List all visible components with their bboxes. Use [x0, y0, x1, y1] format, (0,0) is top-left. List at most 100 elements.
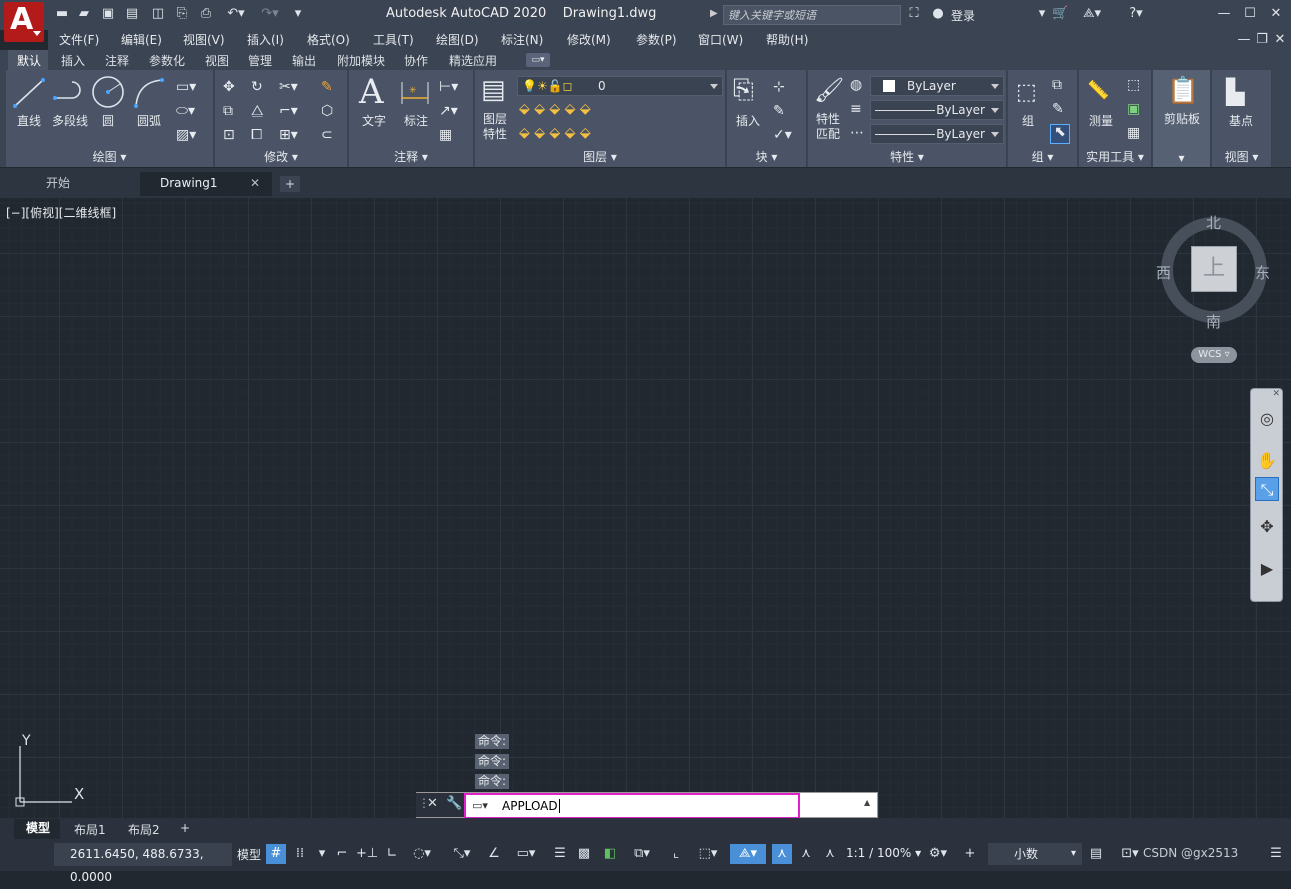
- color-dropdown[interactable]: ByLayer: [870, 76, 1004, 96]
- menu-draw[interactable]: 绘图(D): [436, 31, 479, 48]
- arc-button[interactable]: 圆弧: [134, 112, 164, 129]
- user-icon[interactable]: ●: [930, 6, 946, 22]
- panel-layers-title[interactable]: 图层 ▾: [475, 148, 725, 165]
- menu-dimension[interactable]: 标注(N): [501, 31, 543, 48]
- group-select-icon[interactable]: ⬉: [1050, 124, 1070, 144]
- snap-icon[interactable]: ⁞⁞: [290, 844, 310, 864]
- tab-manage[interactable]: 管理: [248, 52, 272, 69]
- model-tab[interactable]: 模型: [14, 819, 60, 839]
- open-icon[interactable]: ▰: [76, 6, 92, 22]
- mirror-icon[interactable]: ⧋: [251, 104, 264, 118]
- layout1-tab[interactable]: 布局1: [74, 821, 106, 838]
- tab-featured-apps[interactable]: 精选应用: [449, 52, 497, 69]
- ungroup-icon[interactable]: ⧉: [1052, 78, 1062, 92]
- close-tab-icon[interactable]: ✕: [250, 172, 260, 194]
- create-block-icon[interactable]: ⊹: [773, 80, 785, 94]
- select-all-icon[interactable]: ▣: [1127, 102, 1140, 116]
- panel-view-title[interactable]: 视图 ▾: [1212, 148, 1271, 165]
- erase-icon[interactable]: ✎: [321, 80, 333, 94]
- dynamic-ucs-icon[interactable]: ⌞: [666, 844, 686, 864]
- polyline-button[interactable]: 多段线: [46, 112, 94, 129]
- menu-insert[interactable]: 插入(I): [247, 31, 284, 48]
- array-icon[interactable]: ⊞▾: [279, 128, 298, 142]
- cart-icon[interactable]: 🛒: [1052, 6, 1068, 22]
- grid-icon[interactable]: #: [266, 844, 286, 864]
- compass-south[interactable]: 南: [1206, 311, 1221, 332]
- trim-icon[interactable]: ✂▾: [279, 80, 298, 94]
- menu-modify[interactable]: 修改(M): [567, 31, 611, 48]
- steering-wheel-icon[interactable]: ◎: [1255, 407, 1279, 431]
- fillet-icon[interactable]: ⌐▾: [279, 104, 298, 118]
- lineweight-toggle-icon[interactable]: ☰: [550, 844, 570, 864]
- tab-view[interactable]: 视图: [205, 52, 229, 69]
- object-snap-icon[interactable]: ▭▾: [508, 844, 544, 864]
- calculator-icon[interactable]: ▦: [1127, 126, 1140, 140]
- text-button[interactable]: 文字: [359, 112, 389, 129]
- tab-addins[interactable]: 附加模块: [337, 52, 385, 69]
- polar-icon[interactable]: ◌▾: [406, 844, 438, 864]
- add-layout-icon[interactable]: +: [180, 821, 190, 835]
- insert-block-button[interactable]: 插入: [733, 112, 763, 129]
- orbit-icon[interactable]: ✥: [1255, 515, 1279, 539]
- selection-cycling-icon[interactable]: ◧: [600, 844, 620, 864]
- annotation-scale-value[interactable]: 1:1 / 100% ▾: [846, 846, 921, 860]
- new-icon[interactable]: ▬: [54, 6, 70, 22]
- selection-filter-icon[interactable]: ⬚▾: [690, 844, 726, 864]
- coordinates-display[interactable]: 2611.6450, 488.6733, 0.0000: [54, 843, 232, 884]
- move-icon[interactable]: ✥: [223, 80, 235, 94]
- menu-help[interactable]: 帮助(H): [766, 31, 808, 48]
- dimension-button[interactable]: 标注: [401, 112, 431, 129]
- save-web-icon[interactable]: ⎘: [174, 6, 190, 22]
- panel-modify-title[interactable]: 修改 ▾: [215, 148, 347, 165]
- annotation-monitor-icon[interactable]: +: [960, 844, 980, 864]
- annotation-scale-icon[interactable]: ⋏: [820, 844, 840, 864]
- menu-view[interactable]: 视图(V): [183, 31, 225, 48]
- command-customize-icon[interactable]: 🔧: [446, 796, 462, 811]
- linear-dim-icon[interactable]: ⊢▾: [439, 80, 458, 94]
- save-icon[interactable]: ▣: [100, 6, 116, 22]
- search-input[interactable]: 键入关键字或短语: [723, 5, 901, 25]
- measure-button[interactable]: 测量: [1087, 112, 1115, 129]
- doc-close-icon[interactable]: ✕: [1272, 32, 1288, 48]
- showmotion-icon[interactable]: ▶: [1255, 557, 1279, 581]
- layer-dropdown[interactable]: 💡☀🔓◻ 0: [517, 76, 723, 96]
- ellipse-icon[interactable]: ⬭▾: [176, 104, 195, 118]
- tab-parametric[interactable]: 参数化: [149, 52, 185, 69]
- 3d-osnap-icon[interactable]: ⧉▾: [624, 844, 660, 864]
- compass-east[interactable]: 东: [1255, 262, 1270, 283]
- match-properties-button[interactable]: 特性 匹配: [814, 112, 842, 142]
- layer-tools-row2-icons[interactable]: ⬙ ⬙ ⬙ ⬙ ⬙: [519, 126, 591, 140]
- base-view-button[interactable]: 基点: [1226, 112, 1256, 129]
- layout2-tab[interactable]: 布局2: [128, 821, 160, 838]
- clipboard-button[interactable]: 剪贴板: [1161, 110, 1203, 127]
- rectangle-icon[interactable]: ▭▾: [176, 80, 196, 94]
- minimize-icon[interactable]: —: [1216, 6, 1232, 22]
- lineweight-dropdown[interactable]: ByLayer: [870, 124, 1004, 144]
- pan-icon[interactable]: ✋: [1255, 449, 1279, 473]
- menu-format[interactable]: 格式(O): [307, 31, 350, 48]
- panel-draw-title[interactable]: 绘图 ▾: [6, 148, 213, 165]
- edit-block-icon[interactable]: ✎: [773, 104, 785, 118]
- panel-groups-title[interactable]: 组 ▾: [1008, 148, 1077, 165]
- undo-icon[interactable]: ↶▾: [222, 6, 250, 22]
- application-menu-button[interactable]: A: [4, 2, 44, 42]
- chevron-down-icon[interactable]: ▾: [312, 844, 332, 864]
- open-web-icon[interactable]: ◫: [150, 6, 166, 22]
- tab-insert[interactable]: 插入: [61, 52, 85, 69]
- transparency-icon[interactable]: ▩: [574, 844, 594, 864]
- leader-icon[interactable]: ↗▾: [439, 104, 458, 118]
- workspace-gear-icon[interactable]: ⚙▾: [920, 844, 956, 864]
- layer-properties-button[interactable]: 图层 特性: [479, 112, 511, 142]
- navbar-close-icon[interactable]: ✕: [1272, 389, 1280, 399]
- tab-annotate[interactable]: 注释: [105, 52, 129, 69]
- panel-clipboard-expand[interactable]: ▾: [1153, 151, 1210, 165]
- doc-restore-icon[interactable]: ❐: [1254, 32, 1270, 48]
- stretch-icon[interactable]: ⊡: [223, 128, 235, 142]
- customize-status-icon[interactable]: ☰: [1266, 844, 1286, 864]
- model-space-button[interactable]: 模型: [237, 846, 261, 863]
- table-icon[interactable]: ▦: [439, 128, 452, 142]
- tab-collaborate[interactable]: 协作: [404, 52, 428, 69]
- menu-parametric[interactable]: 参数(P): [636, 31, 677, 48]
- scale-icon[interactable]: ⧠: [251, 128, 262, 142]
- new-tab-icon[interactable]: +: [280, 176, 300, 192]
